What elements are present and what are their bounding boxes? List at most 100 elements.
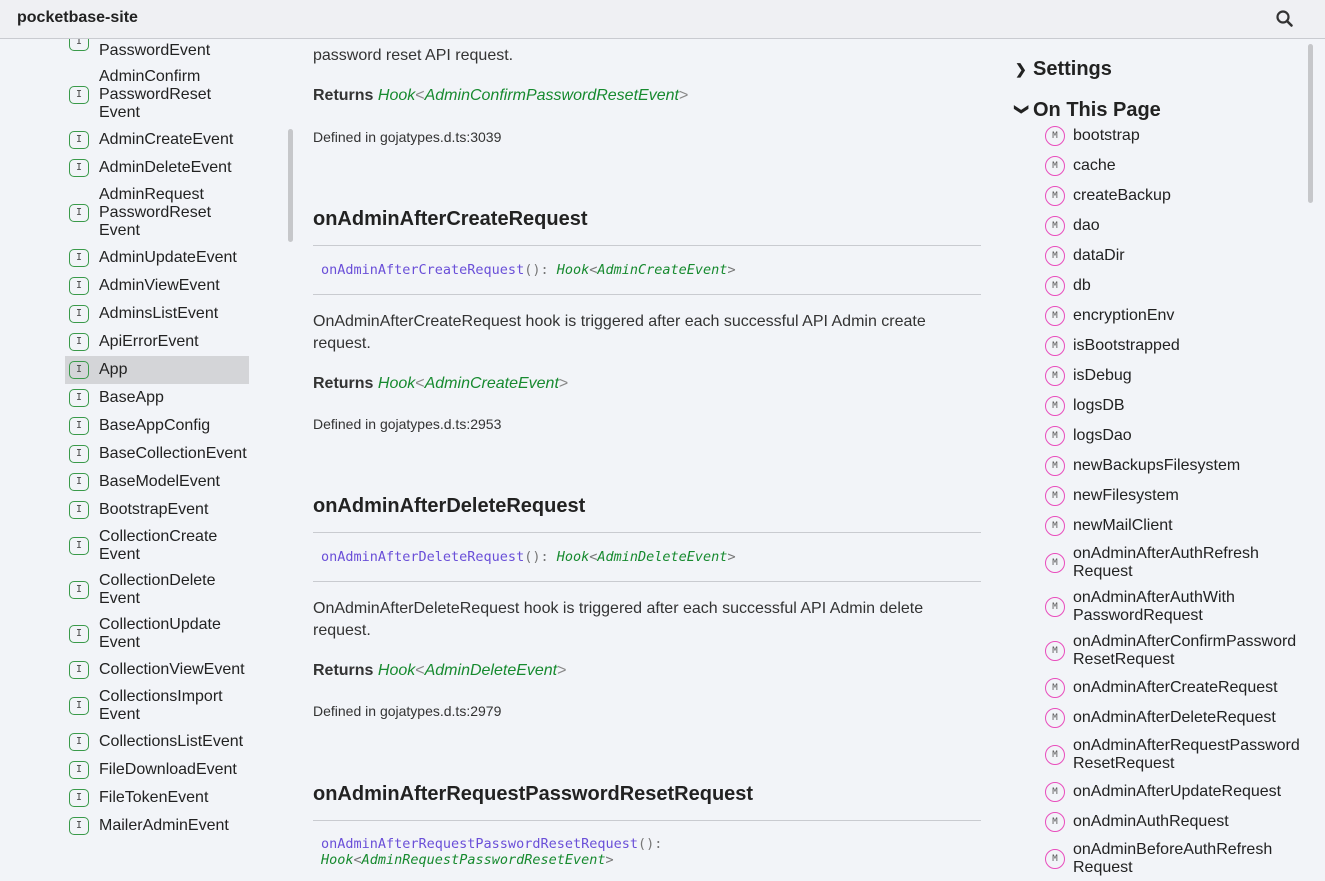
- source-link[interactable]: gojatypes.d.ts:3039: [380, 129, 501, 145]
- sidebar-item[interactable]: I App: [65, 356, 249, 384]
- search-icon[interactable]: [1274, 8, 1296, 30]
- toc-item[interactable]: MisDebug: [1045, 361, 1315, 391]
- toc-item[interactable]: MdataDir: [1045, 241, 1315, 271]
- toc-item-label: onAdminAfterRequestPassword ResetRequest: [1073, 737, 1300, 773]
- toc-item[interactable]: MnewBackupsFilesystem: [1045, 451, 1315, 481]
- sidebar-item[interactable]: I BaseCollectionEvent: [65, 440, 249, 468]
- method-icon: M: [1045, 597, 1065, 617]
- toc-item[interactable]: MlogsDB: [1045, 391, 1315, 421]
- label-line: ResetRequest: [1073, 755, 1175, 772]
- sidebar-item[interactable]: I BaseApp: [65, 384, 249, 412]
- toc-item[interactable]: MisBootstrapped: [1045, 331, 1315, 361]
- toc-item[interactable]: MonAdminAfterConfirmPassword ResetRequest: [1045, 629, 1315, 673]
- method-icon: M: [1045, 216, 1065, 236]
- sidebar-item[interactable]: I AdminConfirm PasswordReset Event: [65, 64, 249, 126]
- sidebar-item-label: AdminCreateEvent: [99, 131, 233, 149]
- sidebar-item[interactable]: I BaseModelEvent: [65, 468, 249, 496]
- sidebar-item[interactable]: I CollectionUpdate Event: [65, 612, 249, 656]
- source-link[interactable]: gojatypes.d.ts:2979: [380, 703, 501, 719]
- hook-type-link[interactable]: Hook: [557, 549, 590, 565]
- sidebar-scrollbar[interactable]: [288, 129, 293, 242]
- event-type-link[interactable]: AdminDeleteEvent: [425, 662, 558, 679]
- hook-type-link[interactable]: Hook: [378, 662, 415, 679]
- sidebar-item[interactable]: I FileDownloadEvent: [65, 756, 249, 784]
- method-icon: M: [1045, 516, 1065, 536]
- label-line: BaseCollectionEvent: [99, 445, 247, 462]
- toc-item[interactable]: McreateBackup: [1045, 181, 1315, 211]
- description-text: OnAdminAfterCreateRequest hook is trigge…: [313, 313, 926, 352]
- label-line: Event: [99, 706, 140, 723]
- sidebar-item[interactable]: I BootstrapEvent: [65, 496, 249, 524]
- interface-icon: I: [69, 389, 89, 407]
- toc-scrollbar[interactable]: [1308, 44, 1313, 203]
- toc-item[interactable]: MnewMailClient: [1045, 511, 1315, 541]
- sidebar-item[interactable]: I CollectionsListEvent: [65, 728, 249, 756]
- label-line: AdminDeleteEvent: [99, 159, 232, 176]
- label-line: App: [99, 361, 128, 378]
- event-type-link[interactable]: AdminCreateEvent: [425, 375, 559, 392]
- returns-line: Returns Hook<AdminDeleteEvent>: [313, 662, 567, 679]
- toc-item[interactable]: MonAdminAfterCreateRequest: [1045, 673, 1315, 703]
- hook-type-link[interactable]: Hook: [378, 375, 415, 392]
- signature-parens: ():: [524, 262, 549, 278]
- sidebar-item[interactable]: I BaseAppConfig: [65, 412, 249, 440]
- toc-item[interactable]: MonAdminAfterAuthRefresh Request: [1045, 541, 1315, 585]
- member-heading[interactable]: onAdminAfterDeleteRequest: [313, 495, 585, 518]
- member-heading[interactable]: onAdminAfterRequestPasswordResetRequest: [313, 783, 753, 806]
- sidebar-item[interactable]: I AdminUpdateEvent: [65, 244, 249, 272]
- sidebar-item[interactable]: I AdminDeleteEvent: [65, 154, 249, 182]
- sidebar-item[interactable]: I FileTokenEvent: [65, 784, 249, 812]
- label-line: Request: [1073, 859, 1133, 876]
- sidebar-item-label: BaseApp: [99, 389, 164, 407]
- sidebar-item[interactable]: I MailerAdminEvent: [65, 812, 249, 840]
- event-type-link[interactable]: AdminRequestPasswordResetEvent: [362, 852, 606, 868]
- toc-item[interactable]: Mdao: [1045, 211, 1315, 241]
- toc-item-label: db: [1073, 277, 1091, 295]
- toc-item[interactable]: MonAdminAuthRequest: [1045, 807, 1315, 837]
- toc-item[interactable]: MencryptionEnv: [1045, 301, 1315, 331]
- source-link[interactable]: gojatypes.d.ts:2953: [380, 416, 501, 432]
- sidebar-item[interactable]: I CollectionsImport Event: [65, 684, 249, 728]
- description-text: password reset API request.: [313, 47, 514, 64]
- toc-item[interactable]: MonAdminAfterUpdateRequest: [1045, 777, 1315, 807]
- toc-item[interactable]: MonAdminAfterDeleteRequest: [1045, 703, 1315, 733]
- toc-item[interactable]: Mbootstrap: [1045, 121, 1315, 151]
- toc-item[interactable]: MonAdminAfterRequestPassword ResetRequest: [1045, 733, 1315, 777]
- sidebar-item[interactable]: I AdminViewEvent: [65, 272, 249, 300]
- hook-type-link[interactable]: Hook: [557, 262, 590, 278]
- event-type-link[interactable]: AdminConfirmPasswordResetEvent: [425, 87, 679, 104]
- sidebar-item[interactable]: I ApiErrorEvent: [65, 328, 249, 356]
- settings-toggle[interactable]: ❯ Settings: [1015, 58, 1112, 81]
- method-icon: M: [1045, 849, 1065, 869]
- sidebar-item[interactable]: I AdminCreateEvent: [65, 126, 249, 154]
- sidebar-item-label: FileDownloadEvent: [99, 761, 237, 779]
- label-line: CollectionsListEvent: [99, 733, 244, 750]
- label-line: dao: [1073, 217, 1100, 234]
- sidebar-item[interactable]: I AdminsListEvent: [65, 300, 249, 328]
- label-line: isBootstrapped: [1073, 337, 1180, 354]
- toc-item[interactable]: MnewFilesystem: [1045, 481, 1315, 511]
- toc-item[interactable]: MonAdminAfterAuthWith PasswordRequest: [1045, 585, 1315, 629]
- label-line: Event: [99, 634, 140, 651]
- event-type-link[interactable]: AdminCreateEvent: [597, 262, 727, 278]
- returns-line: Returns Hook<AdminConfirmPasswordResetEv…: [313, 87, 689, 104]
- event-type-link[interactable]: AdminDeleteEvent: [597, 549, 727, 565]
- member-heading[interactable]: onAdminAfterCreateRequest: [313, 208, 587, 231]
- toc-item[interactable]: MonAdminBeforeAuthRefresh Request: [1045, 837, 1315, 881]
- sidebar-item-label: CollectionDelete Event: [99, 572, 216, 608]
- sidebar-item[interactable]: I CollectionViewEvent: [65, 656, 249, 684]
- toc-item-label: newFilesystem: [1073, 487, 1179, 505]
- sidebar-item[interactable]: I CollectionDelete Event: [65, 568, 249, 612]
- hook-type-link[interactable]: Hook: [378, 87, 415, 104]
- toc-item[interactable]: MlogsDao: [1045, 421, 1315, 451]
- sidebar-item[interactable]: I AdminRequest PasswordReset Event: [65, 182, 249, 244]
- toc-item[interactable]: Mcache: [1045, 151, 1315, 181]
- on-this-page-toggle[interactable]: ❯ On This Page: [1015, 99, 1161, 122]
- hook-type-link[interactable]: Hook: [321, 852, 354, 868]
- label-line: logsDao: [1073, 427, 1132, 444]
- toc-item[interactable]: Mdb: [1045, 271, 1315, 301]
- label-line: Request: [1073, 563, 1133, 580]
- sidebar-item-label: CollectionViewEvent: [99, 661, 245, 679]
- sidebar-item[interactable]: I CollectionCreate Event: [65, 524, 249, 568]
- site-title[interactable]: pocketbase-site: [17, 9, 138, 27]
